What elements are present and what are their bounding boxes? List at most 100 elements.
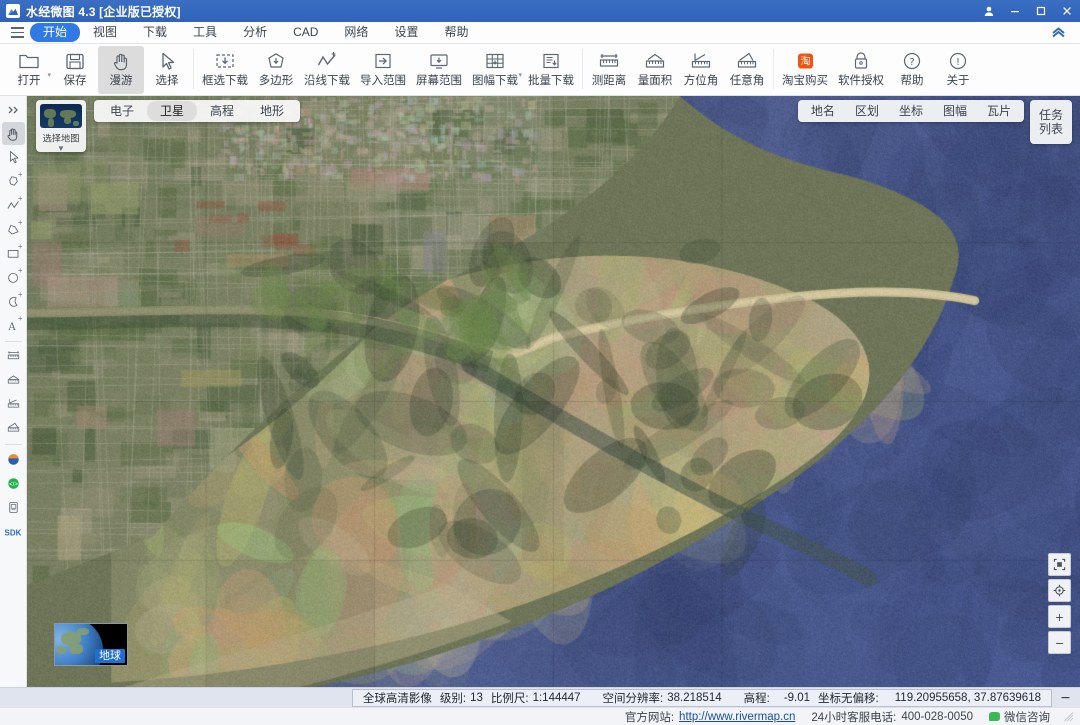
- ribbon-pan-button[interactable]: 漫游: [98, 46, 144, 94]
- ribbon-label: 批量下载: [528, 75, 574, 87]
- resize-grip-icon[interactable]: [1064, 711, 1074, 722]
- ribbon-measure-distance-button[interactable]: 测距离: [586, 46, 632, 94]
- world-map-thumbnail-icon: [40, 104, 82, 128]
- left-pan-tool[interactable]: [1, 122, 25, 145]
- toolbar-divider: [4, 444, 22, 445]
- ribbon-license-button[interactable]: 软件授权: [833, 46, 889, 94]
- maximize-button[interactable]: [1028, 0, 1054, 22]
- status-scale: 比例尺: 1:144447: [487, 690, 585, 706]
- user-account-button[interactable]: [976, 0, 1002, 22]
- layer-tiles[interactable]: 瓦片: [977, 101, 1021, 121]
- menu-item-download[interactable]: 下载: [130, 23, 180, 42]
- map-layer-tabs: 地名 区划 坐标 图幅 瓦片: [797, 100, 1024, 122]
- left-measure-angle[interactable]: [2, 417, 25, 440]
- footer-phone: 24小时客服电话: 400-028-0050: [803, 709, 981, 725]
- map-type-terrain[interactable]: 地形: [247, 101, 297, 121]
- left-add-arc[interactable]: +: [2, 290, 25, 313]
- ribbon-help-button[interactable]: ? 帮助: [889, 46, 935, 94]
- left-earth-globe-app[interactable]: [2, 448, 25, 471]
- save-disk-icon: [64, 49, 86, 73]
- close-button[interactable]: [1054, 0, 1080, 22]
- left-device-module[interactable]: [2, 496, 25, 519]
- polygon-download-icon: [265, 49, 287, 73]
- menu-item-cad[interactable]: CAD: [280, 23, 331, 42]
- expand-panel-chevrons-right-icon[interactable]: [2, 98, 25, 121]
- left-script-plugin[interactable]: </>: [2, 472, 25, 495]
- status-minimize-button[interactable]: [1054, 689, 1076, 707]
- map-viewport[interactable]: 选择地图 ▼ 电子 卫星 高程 地形 地名 区划 坐标 图幅 瓦片 任务列表 +…: [27, 96, 1080, 687]
- status-resolution-value: 38.218514: [667, 691, 722, 704]
- map-type-tabs: 电子 卫星 高程 地形: [94, 100, 301, 122]
- status-coord-value: 119.20955658, 37.87639618: [894, 691, 1041, 704]
- locate-crosshair-button[interactable]: [1048, 579, 1071, 602]
- ribbon-polyline-download-button[interactable]: 沿线下载: [299, 46, 355, 94]
- menu-item-view[interactable]: 视图: [80, 23, 130, 42]
- map-type-electronic[interactable]: 电子: [97, 101, 147, 121]
- minimize-button[interactable]: [1002, 0, 1028, 22]
- select-map-thumbnail-button[interactable]: 选择地图 ▼: [36, 100, 86, 152]
- footer-wechat[interactable]: 微信咨询: [981, 709, 1058, 725]
- ribbon-save-button[interactable]: 保存: [52, 46, 98, 94]
- ribbon-about-button[interactable]: ! 关于: [935, 46, 981, 94]
- box-select-download-icon: [214, 49, 236, 73]
- wechat-icon: [989, 712, 1000, 721]
- footer-website-link[interactable]: http://www.rivermap.cn: [679, 711, 795, 723]
- ribbon-open-button[interactable]: 打开 ▾: [6, 46, 52, 94]
- window-controls: [976, 0, 1080, 22]
- map-zoom-controls: + −: [1048, 553, 1071, 657]
- footer-website-label: 官方网站:: [624, 711, 675, 724]
- ribbon-box-select-download-button[interactable]: 框选下载: [197, 46, 253, 94]
- layer-coordinates[interactable]: 坐标: [889, 101, 933, 121]
- ribbon-measure-area-button[interactable]: 量面积: [632, 46, 678, 94]
- ribbon-label: 沿线下载: [304, 75, 350, 87]
- zoom-out-button[interactable]: −: [1048, 631, 1071, 654]
- ribbon-screen-range-button[interactable]: 屏幕范围: [411, 46, 467, 94]
- status-level: 级别: 13: [436, 690, 487, 706]
- left-add-rectangle[interactable]: +: [2, 242, 25, 265]
- left-measure-azimuth[interactable]: [2, 393, 25, 416]
- chevron-down-icon: ▼: [57, 144, 65, 153]
- ribbon-select-button[interactable]: 选择: [144, 46, 190, 94]
- batch-download-icon: [540, 49, 562, 73]
- ribbon-batch-download-button[interactable]: 批量下载: [523, 46, 579, 94]
- ribbon-import-range-button[interactable]: 导入范围: [355, 46, 411, 94]
- menu-item-settings[interactable]: 设置: [381, 23, 431, 42]
- menu-item-help[interactable]: 帮助: [431, 23, 481, 42]
- ribbon-any-angle-button[interactable]: 任意角: [724, 46, 770, 94]
- left-add-text[interactable]: A +: [2, 314, 25, 337]
- left-sdk-module[interactable]: SDK: [2, 520, 25, 543]
- map-type-selector: 选择地图 ▼ 电子 卫星 高程 地形: [36, 100, 301, 152]
- svg-text:?: ?: [909, 57, 914, 68]
- folder-open-icon: [18, 49, 40, 73]
- satellite-map-canvas[interactable]: [27, 96, 1080, 687]
- menu-item-start[interactable]: 开始: [30, 23, 81, 42]
- zoom-in-button[interactable]: +: [1048, 605, 1071, 628]
- footer-website: 官方网站: http://www.rivermap.cn: [617, 709, 804, 725]
- left-add-polygon[interactable]: +: [2, 218, 25, 241]
- globe-overview-widget[interactable]: 地球: [54, 623, 128, 666]
- left-add-polyline[interactable]: +: [2, 194, 25, 217]
- collapse-ribbon-chevron-up-icon[interactable]: [1041, 27, 1076, 38]
- menu-item-analysis[interactable]: 分析: [230, 23, 280, 42]
- layer-districts[interactable]: 区划: [845, 101, 889, 121]
- left-measure-distance[interactable]: [2, 345, 25, 368]
- ribbon-sheet-download-button[interactable]: 图幅下载 ▾: [467, 46, 523, 94]
- menu-item-network[interactable]: 网络: [331, 23, 381, 42]
- map-type-elevation[interactable]: 高程: [197, 101, 247, 121]
- task-list-button[interactable]: 任务列表: [1030, 100, 1072, 144]
- layer-sheets[interactable]: 图幅: [933, 101, 977, 121]
- hamburger-icon[interactable]: [4, 27, 30, 38]
- left-select-tool[interactable]: [2, 146, 25, 169]
- left-add-circle[interactable]: +: [2, 266, 25, 289]
- ribbon-taobao-button[interactable]: 淘 淘宝购买: [777, 46, 833, 94]
- fit-extent-button[interactable]: [1048, 553, 1071, 576]
- left-measure-area[interactable]: [2, 369, 25, 392]
- map-type-satellite[interactable]: 卫星: [147, 101, 198, 121]
- ribbon-polygon-download-button[interactable]: 多边形: [253, 46, 299, 94]
- menu-item-tools[interactable]: 工具: [180, 23, 230, 42]
- measure-area-icon: [644, 49, 666, 73]
- layer-placenames[interactable]: 地名: [801, 101, 845, 121]
- left-add-marker-shape[interactable]: +: [2, 170, 25, 193]
- window-title: 水经微图 4.3 [企业版已授权]: [26, 4, 181, 19]
- ribbon-azimuth-button[interactable]: 方位角: [678, 46, 724, 94]
